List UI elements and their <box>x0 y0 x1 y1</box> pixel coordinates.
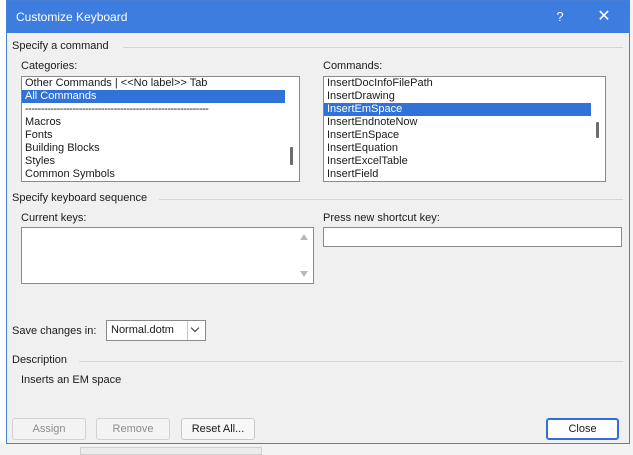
command-item[interactable]: InsertDocInfoFilePath <box>324 77 605 90</box>
current-keys-listbox[interactable] <box>21 227 314 284</box>
save-changes-label: Save changes in: <box>12 325 97 337</box>
new-shortcut-label: Press new shortcut key: <box>323 212 440 224</box>
categories-scroll-thumb[interactable] <box>290 147 293 165</box>
commands-scroll-thumb[interactable] <box>596 122 599 138</box>
scroll-up-icon[interactable] <box>300 234 308 240</box>
section-divider <box>123 47 623 48</box>
command-item[interactable]: InsertEndnoteNow <box>324 116 605 129</box>
category-item[interactable]: Fonts <box>22 129 299 142</box>
section-divider <box>159 199 623 200</box>
dialog-title: Customize Keyboard <box>16 10 128 24</box>
category-item[interactable]: Other Commands | <<No label>> Tab <box>22 77 299 90</box>
commands-list: InsertDocInfoFilePath InsertDrawing Insert… <box>324 77 605 181</box>
specify-command-heading: Specify a command <box>12 40 109 52</box>
keyboard-sequence-heading: Specify keyboard sequence <box>12 192 148 204</box>
category-item[interactable]: Common Symbols <box>22 168 299 181</box>
categories-list: Other Commands | <<No label>> Tab All Com… <box>22 77 299 181</box>
save-changes-select[interactable]: Normal.dotm <box>106 320 206 341</box>
commands-listbox[interactable]: InsertDocInfoFilePath InsertDrawing Insert… <box>323 76 606 182</box>
remove-button[interactable]: Remove <box>96 418 170 440</box>
command-item[interactable]: InsertField <box>324 168 605 181</box>
category-item[interactable]: All Commands <box>22 90 299 103</box>
reset-all-button[interactable]: Reset All... <box>181 418 255 440</box>
category-item[interactable]: ----------------------------------------… <box>22 103 299 116</box>
scroll-down-icon[interactable] <box>300 271 308 277</box>
command-item[interactable]: InsertEnSpace <box>324 129 605 142</box>
close-icon[interactable]: ✕ <box>591 7 617 27</box>
title-bar: Customize Keyboard ? ✕ <box>7 1 629 33</box>
chevron-down-icon <box>190 323 200 333</box>
commands-scrollbar[interactable] <box>591 77 605 181</box>
section-divider <box>79 361 623 362</box>
current-keys-label: Current keys: <box>21 212 87 224</box>
save-changes-value: Normal.dotm <box>111 324 174 336</box>
description-heading: Description <box>12 354 68 366</box>
command-item[interactable]: InsertEmSpace <box>324 103 605 116</box>
category-item[interactable]: Macros <box>22 116 299 129</box>
command-item[interactable]: InsertEquation <box>324 142 605 155</box>
command-item[interactable]: InsertDrawing <box>324 90 605 103</box>
categories-label: Categories: <box>21 60 78 72</box>
category-item[interactable]: Building Blocks <box>22 142 299 155</box>
help-icon[interactable]: ? <box>547 7 573 27</box>
close-button[interactable]: Close <box>546 418 619 440</box>
background-ribbon-fragment <box>80 447 262 455</box>
current-keys-scrollbar[interactable] <box>297 228 313 283</box>
category-item[interactable]: Styles <box>22 155 299 168</box>
new-shortcut-input[interactable] <box>323 227 622 247</box>
customize-keyboard-dialog: Customize Keyboard ? ✕ Specify a command… <box>6 0 630 444</box>
command-item[interactable]: InsertExcelTable <box>324 155 605 168</box>
assign-button[interactable]: Assign <box>12 418 86 440</box>
categories-scrollbar[interactable] <box>285 77 299 181</box>
dropdown-button[interactable] <box>187 321 205 340</box>
description-text: Inserts an EM space <box>21 374 122 386</box>
categories-listbox[interactable]: Other Commands | <<No label>> Tab All Com… <box>21 76 300 182</box>
commands-label: Commands: <box>323 60 383 72</box>
